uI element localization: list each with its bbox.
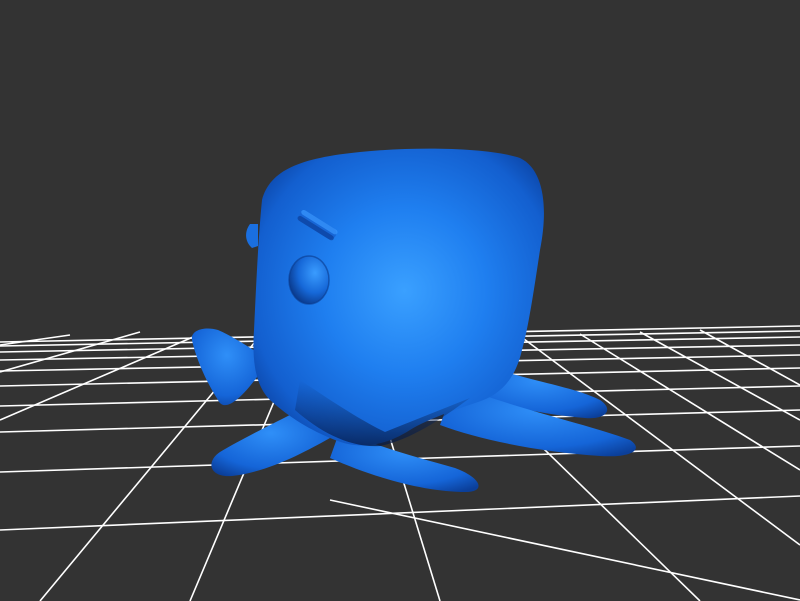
side-bump — [246, 224, 258, 248]
3d-viewport[interactable] — [0, 0, 800, 601]
octopus-model — [191, 148, 636, 492]
scene-canvas — [0, 148, 800, 601]
tentacle-raised-left — [191, 328, 262, 406]
